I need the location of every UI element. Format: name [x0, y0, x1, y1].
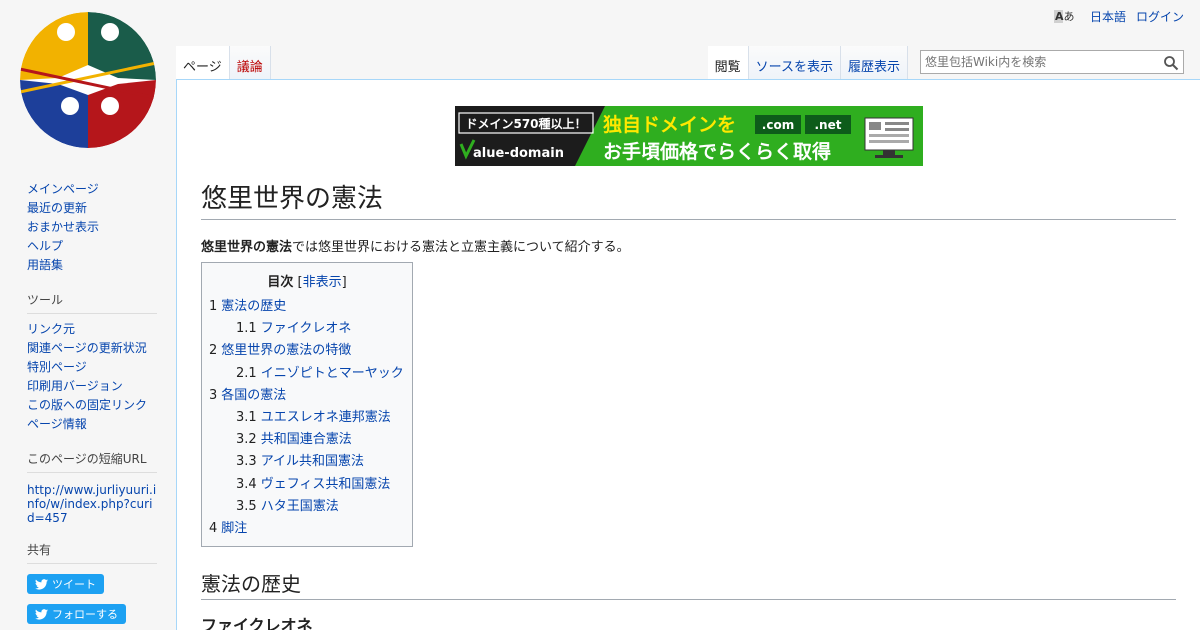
tab-page[interactable]: ページ [176, 46, 230, 80]
toc-number: 3.1 [236, 410, 257, 426]
sidebar-share: 共有 ツイート フォローする [27, 541, 157, 630]
toc-number: 3 [209, 387, 218, 403]
sidebar-shorturl: このページの短縮URL http://www.jurliyuuri.info/w… [27, 450, 157, 525]
table-of-contents: 目次 [非表示] 1 憲法の歴史 1.1 ファイクレオネ 2 悠里世界の憲法の特徴 2.1 イ… [201, 262, 413, 547]
toc-item[interactable]: 1 憲法の歴史 [209, 296, 405, 318]
toc-item[interactable]: 3.3 アイル共和国憲法 [209, 451, 405, 473]
toc-item[interactable]: 3.2 共和国連合憲法 [209, 429, 405, 451]
tweet-button[interactable]: ツイート [27, 574, 104, 594]
banner-brand: alue-domain [473, 146, 564, 161]
toc-item[interactable]: 4 脚注 [209, 518, 405, 540]
toc-number: 1 [209, 299, 218, 314]
sidebar-navigation: メインページ 最近の更新おまかせ表示 ヘルプ用語集 [27, 180, 157, 275]
tab-talk[interactable]: 議論 [229, 46, 271, 80]
toc-item[interactable]: 3.4 ヴェフィス共和国憲法 [209, 474, 405, 496]
nav-link-0[interactable]: メインページ [27, 182, 99, 196]
toc-link[interactable]: 各国の憲法 [221, 388, 286, 403]
nav-link-3[interactable]: ヘルプ [27, 239, 63, 253]
twitter-bird-icon [35, 608, 48, 620]
toc-link[interactable]: ハタ王国憲法 [261, 499, 339, 514]
sidebar-item: 特別ページ [27, 358, 157, 377]
view-tabs: 閲覧 ソースを表示 履歴表示 [707, 46, 908, 80]
sidebar-item: おまかせ表示 [27, 218, 157, 237]
toc-item[interactable]: 2 悠里世界の憲法の特徴 [209, 340, 405, 362]
toc-number: 2.1 [236, 365, 257, 381]
page-title: 悠里世界の憲法 [201, 178, 1176, 220]
tools-link-0[interactable]: リンク元 [27, 322, 75, 336]
tools-link-2[interactable]: 特別ページ [27, 360, 87, 374]
toc-item[interactable]: 2.1 イニゾピトとマーヤック [209, 363, 405, 385]
follow-button[interactable]: フォローする [27, 604, 126, 624]
toc-link[interactable]: ヴェフィス共和国憲法 [261, 477, 391, 492]
tools-link-3[interactable]: 印刷用バージョン [27, 379, 123, 393]
ad-banner[interactable]: ドメイン570種以上！ 独自ドメインを .com .net alue-domai… [455, 106, 923, 166]
toc-link[interactable]: 憲法の歴史 [221, 299, 286, 314]
tools-link-4[interactable]: この版への固定リンク [27, 398, 147, 412]
toc-number: 2 [209, 343, 218, 359]
toc-title: 目次 [非表示] [267, 275, 347, 290]
sidebar-item: この版への固定リンク [27, 396, 157, 415]
search-input[interactable] [921, 51, 1155, 73]
sidebar-item: 印刷用バージョン [27, 377, 157, 396]
search-box [920, 50, 1184, 74]
toc-link[interactable]: イニゾピトとマーヤック [261, 366, 404, 381]
toc-item[interactable]: 3.1 ユエスレオネ連邦憲法 [209, 407, 405, 429]
toc-number: 4 [209, 521, 218, 537]
toc-link[interactable]: 共和国連合憲法 [261, 432, 352, 447]
intro-paragraph: 悠里世界の憲法では悠里世界における憲法と立憲主義について紹介する。 [201, 240, 630, 255]
shorturl-heading: このページの短縮URL [27, 450, 157, 473]
nav-link-1[interactable]: 最近の更新 [27, 201, 87, 215]
toc-number: 3.4 [236, 476, 257, 492]
banner-tagline: お手頃価格でらくらく取得 [603, 140, 831, 163]
sidebar-item: メインページ [27, 180, 157, 199]
banner-headline: 独自ドメインを [603, 113, 736, 136]
toc-number: 3.5 [236, 498, 257, 514]
tab-history[interactable]: 履歴表示 [840, 46, 908, 80]
toc-link[interactable]: 悠里世界の憲法の特徴 [221, 343, 351, 358]
toc-link[interactable]: ユエスレオネ連邦憲法 [261, 410, 391, 425]
nav-link-4[interactable]: 用語集 [27, 258, 63, 272]
toc-link[interactable]: アイル共和国憲法 [261, 454, 364, 469]
twitter-bird-icon [35, 578, 48, 590]
toc-link[interactable]: 脚注 [221, 521, 247, 536]
toc-number: 3.3 [236, 454, 257, 470]
nav-link-2[interactable]: おまかせ表示 [27, 220, 99, 234]
sidebar-item: リンク元 [27, 320, 157, 339]
sidebar-item: ヘルプ [27, 237, 157, 256]
sidebar-item: ページ情報 [27, 415, 157, 434]
sidebar-item: 最近の更新 [27, 199, 157, 218]
toc-number: 3.2 [236, 432, 257, 448]
toc-item[interactable]: 1.1 ファイクレオネ [209, 318, 405, 340]
login-link[interactable]: ログイン [1136, 8, 1184, 25]
tab-read[interactable]: 閲覧 [707, 46, 749, 80]
search-icon[interactable] [1163, 55, 1179, 71]
language-link[interactable]: 日本語 [1090, 8, 1126, 25]
banner-tld-com: .com [762, 118, 794, 132]
banner-tld-net: .net [815, 118, 842, 132]
namespace-tabs: ページ 議論 [176, 46, 271, 80]
site-logo[interactable] [18, 10, 158, 150]
toc-item[interactable]: 3.5 ハタ王国憲法 [209, 496, 405, 518]
tools-link-5[interactable]: ページ情報 [27, 417, 87, 431]
toc-number: 1.1 [236, 321, 257, 337]
toc-hide-link[interactable]: 非表示 [303, 275, 342, 290]
personal-tools: Aあ 日本語 ログイン [1053, 8, 1184, 25]
sidebar: メインページ 最近の更新おまかせ表示 ヘルプ用語集 ツール リンク元関連ページの更新… [0, 180, 176, 630]
section-heading: 憲法の歴史 [201, 568, 1176, 600]
tools-heading: ツール [27, 291, 157, 314]
shorturl-link[interactable]: http://www.jurliyuuri.info/w/index.php?c… [27, 479, 157, 525]
sidebar-item: 関連ページの更新状況 [27, 339, 157, 358]
subsection-heading: ファイクレオネ [201, 616, 313, 630]
share-heading: 共有 [27, 541, 157, 564]
tab-view-source[interactable]: ソースを表示 [748, 46, 841, 80]
sidebar-tools: ツール リンク元関連ページの更新状況 特別ページ印刷用バージョンこの版への固定リン… [27, 291, 157, 434]
language-icon[interactable]: Aあ [1053, 9, 1080, 25]
content-area: ドメイン570種以上！ 独自ドメインを .com .net alue-domai… [176, 79, 1200, 630]
banner-badge-text: ドメイン570種以上！ [465, 116, 586, 131]
toc-item[interactable]: 3 各国の憲法 [209, 385, 405, 407]
toc-link[interactable]: ファイクレオネ [261, 321, 352, 336]
sidebar-item: 用語集 [27, 256, 157, 275]
tools-link-1[interactable]: 関連ページの更新状況 [27, 341, 147, 355]
